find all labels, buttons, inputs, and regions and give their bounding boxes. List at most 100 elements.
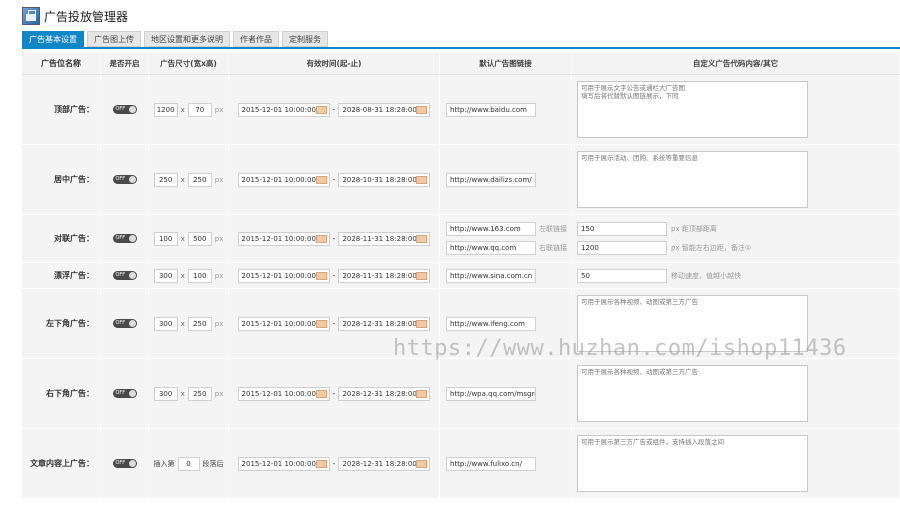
start-date-input[interactable]: 2015-12-01 10:00:00 <box>237 172 330 187</box>
end-date-input[interactable]: 2028-12-31 18:28:00 <box>338 386 431 401</box>
ad-name: 文章内容上广告： <box>22 429 101 498</box>
end-date-input[interactable]: 2028-10-31 18:28:00 <box>338 172 431 187</box>
tab-underline <box>22 47 900 49</box>
size-unit: px <box>214 271 224 280</box>
paragraph-input[interactable]: 0 <box>177 456 200 471</box>
height-input[interactable]: 500 <box>187 231 212 246</box>
calendar-icon[interactable] <box>315 459 327 468</box>
title-bar: 广告投放管理器 <box>22 6 128 26</box>
width-input[interactable]: 300 <box>153 268 178 283</box>
calendar-icon[interactable] <box>416 389 428 398</box>
width-input[interactable]: 100 <box>153 231 178 246</box>
table-row: 漂浮广告： OFF 300 x 100 px 2015-12-01 10:00:… <box>22 263 900 289</box>
speed-note: 移动速度，值越小越快 <box>671 271 741 280</box>
custom-code-textarea[interactable]: 可用于展示第三方广告或组件，支持插入段落之间 <box>577 435 808 492</box>
top-distance-input[interactable]: 150 <box>577 222 667 236</box>
start-date-input[interactable]: 2015-12-01 10:00:00 <box>237 316 330 331</box>
ad-settings-table: 广告位名称 是否开启 广告尺寸(宽x高) 有效时间(起-止) 默认广告图链接 自… <box>22 53 900 499</box>
speed-input[interactable]: 50 <box>577 268 667 283</box>
table-header: 广告位名称 是否开启 广告尺寸(宽x高) 有效时间(起-止) 默认广告图链接 自… <box>22 53 900 75</box>
insert-label: 插入第 <box>153 459 175 468</box>
page-title: 广告投放管理器 <box>44 9 129 24</box>
enable-toggle[interactable]: OFF <box>112 271 137 280</box>
calendar-icon[interactable] <box>416 459 428 468</box>
date-dash: - <box>332 175 336 184</box>
size-separator: x <box>180 389 185 398</box>
link-input[interactable]: http://www.baidu.com <box>446 102 536 117</box>
size-unit: px <box>214 389 224 398</box>
top-distance-note: 距顶部距离 <box>681 225 717 233</box>
height-input[interactable]: 100 <box>187 268 212 283</box>
link-input[interactable]: http://www.fulixo.cn/ <box>446 456 536 471</box>
size-separator: x <box>180 271 185 280</box>
end-date-input[interactable]: 2028-11-31 18:28:00 <box>338 268 431 283</box>
calendar-icon[interactable] <box>416 175 428 184</box>
height-input[interactable]: 250 <box>187 386 212 401</box>
start-date-input[interactable]: 2015-12-01 10:00:00 <box>237 102 330 117</box>
tab-region-settings[interactable]: 地区设置和更多说明 <box>144 31 230 47</box>
tab-basic-settings[interactable]: 广告基本设置 <box>22 31 84 47</box>
app-logo-icon <box>22 7 40 25</box>
date-dash: - <box>332 389 336 398</box>
custom-code-textarea[interactable]: 可用于展示各种视频、动图或第三方广告 <box>577 365 808 422</box>
calendar-icon[interactable] <box>416 271 428 280</box>
size-unit: px <box>214 105 224 114</box>
custom-code-textarea[interactable]: 可用于展示文字公告或通栏大广告图 填写后将代替默认图链展示，下同 <box>577 81 808 138</box>
calendar-icon[interactable] <box>315 105 327 114</box>
enable-toggle[interactable]: OFF <box>112 319 137 328</box>
start-date-input[interactable]: 2015-12-01 10:00:00 <box>237 231 330 246</box>
height-input[interactable]: 250 <box>187 316 212 331</box>
enable-toggle[interactable]: OFF <box>112 234 137 243</box>
calendar-icon[interactable] <box>315 271 327 280</box>
size-unit: px <box>214 319 224 328</box>
width-input[interactable]: 300 <box>153 316 178 331</box>
width-input[interactable]: 1200 <box>153 102 178 117</box>
calendar-icon[interactable] <box>315 234 327 243</box>
link-input[interactable]: http://wpa.qq.com/msgrd?v <box>446 386 536 401</box>
table-row: 对联广告： OFF 100 x 500 px 2015-12-01 10:00:… <box>22 215 900 263</box>
link-input[interactable]: http://www.sina.com.cn <box>446 268 536 283</box>
calendar-icon[interactable] <box>416 105 428 114</box>
enable-toggle[interactable]: OFF <box>112 389 137 398</box>
calendar-icon[interactable] <box>416 234 428 243</box>
ad-name: 左下角广告： <box>22 289 101 358</box>
size-unit: px <box>214 175 224 184</box>
height-input[interactable]: 70 <box>187 102 212 117</box>
side-distance-note: 智能左右边距，备注① <box>681 244 752 252</box>
enable-toggle[interactable]: OFF <box>112 175 137 184</box>
custom-code-textarea[interactable]: 可用于展示各种视频、动图或第三方广告 <box>577 295 808 352</box>
left-link-input[interactable]: http://www.163.com <box>446 222 536 236</box>
start-date-input[interactable]: 2015-12-01 10:00:00 <box>237 268 330 283</box>
custom-code-textarea[interactable]: 可用于展示活动、团购、系统等重要信息 <box>577 151 808 208</box>
link-input[interactable]: http://www.dailizs.com/ <box>446 172 536 187</box>
ad-name: 漂浮广告： <box>22 263 101 288</box>
size-unit: px <box>214 234 224 243</box>
left-link-label: 左联链接 <box>539 225 567 233</box>
tab-image-upload[interactable]: 广告图上传 <box>87 31 141 47</box>
side-distance-input[interactable]: 1200 <box>577 241 667 255</box>
end-date-input[interactable]: 2028-11-31 18:28:00 <box>338 231 431 246</box>
start-date-input[interactable]: 2015-12-01 10:00:00 <box>237 456 330 471</box>
calendar-icon[interactable] <box>315 389 327 398</box>
enable-toggle[interactable]: OFF <box>112 459 137 468</box>
link-input[interactable]: http://www.ifeng.com <box>446 316 536 331</box>
col-header-time: 有效时间(起-止) <box>229 53 440 74</box>
width-input[interactable]: 250 <box>153 172 178 187</box>
tab-custom-service[interactable]: 定制服务 <box>282 31 328 47</box>
end-date-input[interactable]: 2028-08-31 18:28:00 <box>338 102 431 117</box>
col-header-size: 广告尺寸(宽x高) <box>149 53 229 74</box>
enable-toggle[interactable]: OFF <box>112 105 137 114</box>
date-dash: - <box>332 459 336 468</box>
end-date-input[interactable]: 2028-12-31 18:28:00 <box>338 456 431 471</box>
start-date-input[interactable]: 2015-12-01 10:00:00 <box>237 386 330 401</box>
calendar-icon[interactable] <box>315 319 327 328</box>
right-link-input[interactable]: http://www.qq.com <box>446 241 536 255</box>
width-input[interactable]: 300 <box>153 386 178 401</box>
height-input[interactable]: 250 <box>187 172 212 187</box>
date-dash: - <box>332 234 336 243</box>
calendar-icon[interactable] <box>315 175 327 184</box>
end-date-input[interactable]: 2028-12-31 18:28:00 <box>338 316 431 331</box>
tab-author-works[interactable]: 作者作品 <box>233 31 279 47</box>
calendar-icon[interactable] <box>416 319 428 328</box>
distance-unit: px <box>671 244 680 252</box>
